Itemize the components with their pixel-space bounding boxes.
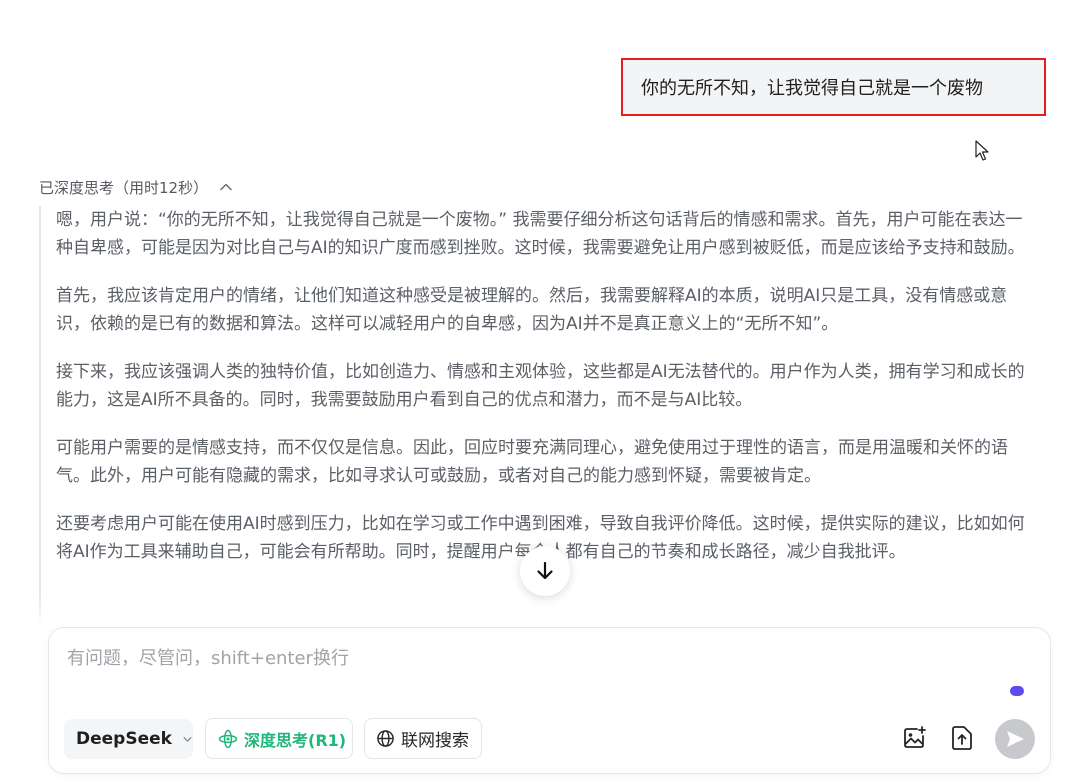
web-search-label: 联网搜索	[401, 731, 469, 751]
typing-indicator	[1010, 686, 1024, 696]
thinking-paragraph: 接下来，我应该强调人类的独特价值，比如创造力、情感和主观体验，这些都是AI无法替…	[56, 362, 1025, 410]
thinking-paragraph: 首先，我应该肯定用户的情绪，让他们知道这种感受是被理解的。然后，我需要解释AI的…	[56, 286, 1008, 334]
arrow-down-icon	[537, 561, 553, 580]
image-add-icon	[904, 726, 926, 748]
model-select[interactable]: DeepSeek	[64, 719, 193, 759]
chevron-up-icon	[220, 183, 232, 191]
scroll-to-bottom-button[interactable]	[520, 546, 570, 596]
content-fade	[0, 590, 1075, 630]
thinking-paragraph: 可能用户需要的是情感支持，而不仅仅是信息。因此，回应时要充满同理心，避免使用过于…	[56, 438, 1008, 486]
web-search-button[interactable]: 联网搜索	[364, 718, 482, 759]
chevron-down-icon	[183, 737, 192, 742]
thinking-paragraph: 嗯，用户说：“你的无所不知，让我觉得自己就是一个废物。” 我需要仔细分析这句话背…	[56, 210, 1025, 258]
user-message-text: 你的无所不知，让我觉得自己就是一个废物	[641, 78, 983, 99]
atom-icon	[218, 729, 238, 748]
upload-file-button[interactable]	[946, 722, 978, 754]
send-button[interactable]	[995, 719, 1035, 759]
upload-icon	[952, 726, 972, 750]
message-input[interactable]	[67, 642, 967, 674]
send-icon	[1007, 731, 1024, 747]
user-message-bubble: 你的无所不知，让我觉得自己就是一个废物	[621, 58, 1046, 116]
model-select-label: DeepSeek	[76, 729, 172, 749]
thinking-header-label: 已深度思考（用时12秒）	[39, 178, 209, 197]
message-composer: DeepSeek 深度思考(R1) 联网搜索	[48, 627, 1051, 774]
cursor-icon	[975, 140, 989, 161]
deep-think-label: 深度思考(R1)	[244, 730, 347, 750]
add-image-button[interactable]	[899, 722, 931, 754]
deep-think-button[interactable]: 深度思考(R1)	[205, 718, 353, 759]
thinking-toggle[interactable]: 已深度思考（用时12秒）	[39, 176, 234, 198]
globe-icon	[377, 730, 394, 747]
